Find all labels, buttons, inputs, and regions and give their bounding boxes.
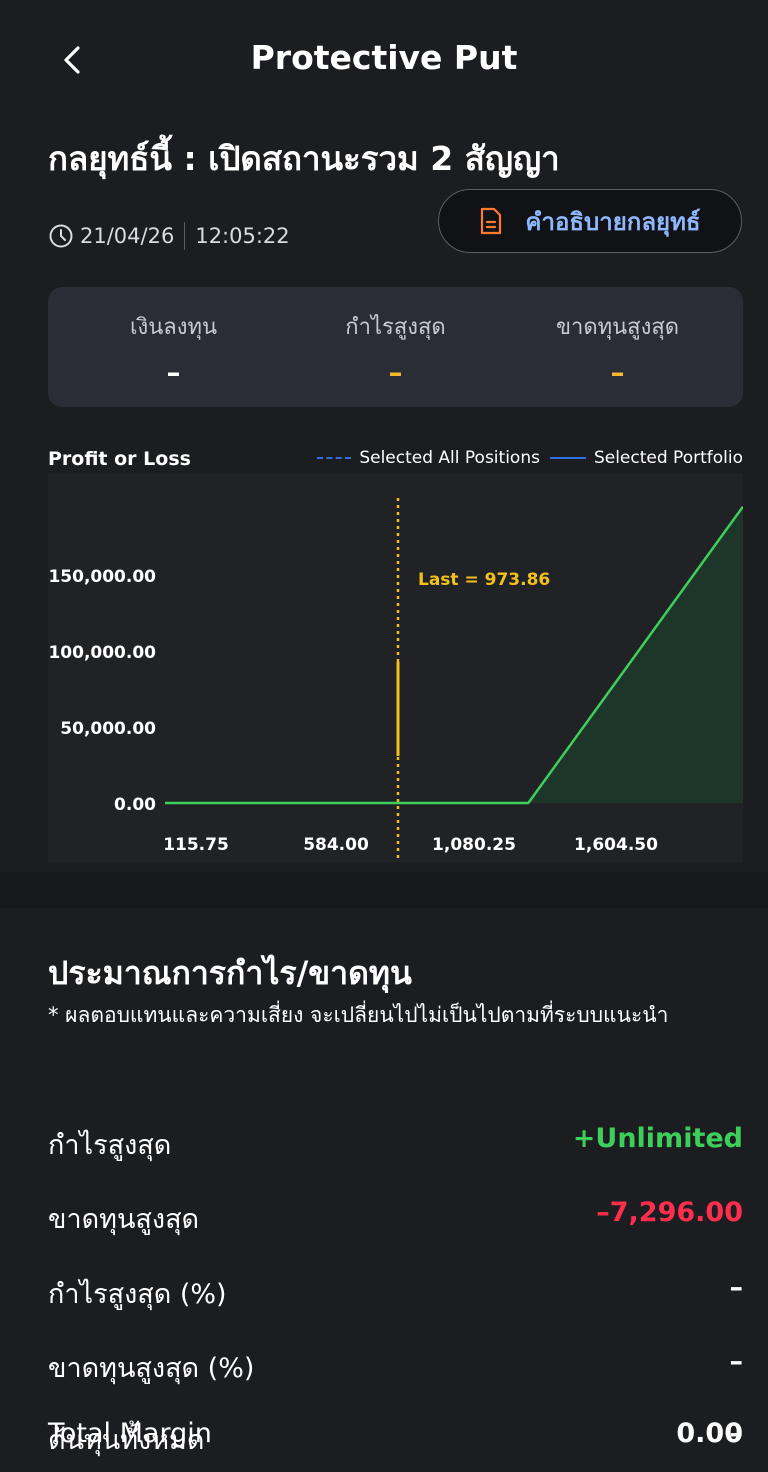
row-label: Total Margin: [48, 1418, 212, 1449]
strategy-explanation-button[interactable]: คำอธิบายกลยุทธ์: [438, 189, 742, 253]
summary-value: –: [166, 356, 181, 389]
estimate-row-max-loss: ขาดทุนสูงสุด –7,296.00: [48, 1197, 743, 1241]
estimate-title: ประมาณการกำไร/ขาดทุน: [48, 954, 412, 992]
chart-svg: 150,000.00 100,000.00 50,000.00 0.00 115.75 5…: [48, 498, 743, 860]
row-value: –: [729, 1346, 744, 1377]
x-tick-label: 584.00: [303, 835, 369, 855]
legend-solid-swatch: [549, 457, 586, 459]
row-value: 0.00: [676, 1418, 743, 1449]
x-tick-label: 1,604.50: [574, 835, 658, 855]
estimate-note: * ผลตอบแทนและความเสี่ยง จะเปลี่ยนไปไม่เป…: [48, 1003, 669, 1027]
estimate-row-max-profit-pct: กำไรสูงสุด (%) –: [48, 1272, 743, 1316]
chart-title: Profit or Loss: [48, 448, 191, 470]
summary-card: เงินลงทุน – กำไรสูงสุด – ขาดทุนสูงสุด –: [48, 287, 743, 407]
timestamp-time: 12:05:22: [195, 224, 290, 248]
summary-label: กำไรสูงสุด: [345, 315, 446, 340]
estimate-row-total-margin: Total Margin 0.00: [48, 1418, 743, 1462]
y-tick-label: 0.00: [114, 795, 156, 815]
document-icon: [481, 207, 502, 235]
x-tick-label: 1,080.25: [432, 835, 516, 855]
timestamp-date: 21/04/26: [80, 224, 175, 248]
clock-icon: [49, 224, 73, 248]
summary-max-profit: กำไรสูงสุด –: [280, 309, 511, 389]
chart-legend: Selected All Positions Selected Portfoli…: [317, 448, 743, 468]
strategy-explanation-label: คำอธิบายกลยุทธ์: [525, 207, 701, 236]
row-value: –: [729, 1272, 744, 1303]
legend-item: Selected Portfolio: [593, 448, 743, 468]
y-tick-label: 50,000.00: [60, 719, 156, 739]
strategy-title: กลยุทธ์นี้ : เปิดสถานะรวม 2 สัญญา: [48, 139, 560, 178]
summary-value: –: [610, 356, 625, 389]
summary-label: เงินลงทุน: [129, 315, 218, 340]
row-label: กำไรสูงสุด (%): [48, 1279, 227, 1310]
timestamp: 21/04/26 12:05:22: [48, 222, 290, 250]
x-tick-label: 115.75: [163, 835, 229, 855]
row-label: ขาดทุนสูงสุด: [48, 1204, 200, 1235]
summary-value: –: [388, 356, 403, 389]
last-price-label: Last = 973.86: [418, 570, 550, 590]
estimate-row-max-loss-pct: ขาดทุนสูงสุด (%) –: [48, 1346, 743, 1390]
profit-loss-chart[interactable]: 150,000.00 100,000.00 50,000.00 0.00 115.75 5…: [48, 474, 743, 862]
legend-item: Selected All Positions: [359, 448, 540, 468]
timestamp-divider: [184, 222, 186, 250]
y-tick-label: 150,000.00: [48, 567, 156, 587]
y-tick-label: 100,000.00: [48, 643, 156, 663]
row-label: ขาดทุนสูงสุด (%): [48, 1353, 255, 1384]
summary-label: ขาดทุนสูงสุด: [555, 315, 680, 340]
estimate-section: ประมาณการกำไร/ขาดทุน * ผลตอบแทนและความเส…: [0, 908, 768, 1472]
strategy-panel: Protective Put กลยุทธ์นี้ : เปิดสถานะรวม…: [0, 0, 768, 872]
app-header: Protective Put: [0, 0, 768, 120]
summary-investment: เงินลงทุน –: [58, 309, 289, 389]
page-title: Protective Put: [250, 38, 518, 77]
row-label: กำไรสูงสุด: [48, 1130, 172, 1161]
row-value: –7,296.00: [596, 1197, 743, 1228]
section-divider: [0, 872, 768, 908]
legend-dashed-swatch: [317, 457, 352, 459]
estimate-row-max-profit: กำไรสูงสุด +Unlimited: [48, 1123, 743, 1167]
row-value: +Unlimited: [572, 1123, 743, 1154]
summary-max-loss: ขาดทุนสูงสุด –: [502, 309, 733, 389]
chart-header: Profit or Loss Selected All Positions Se…: [48, 444, 743, 474]
